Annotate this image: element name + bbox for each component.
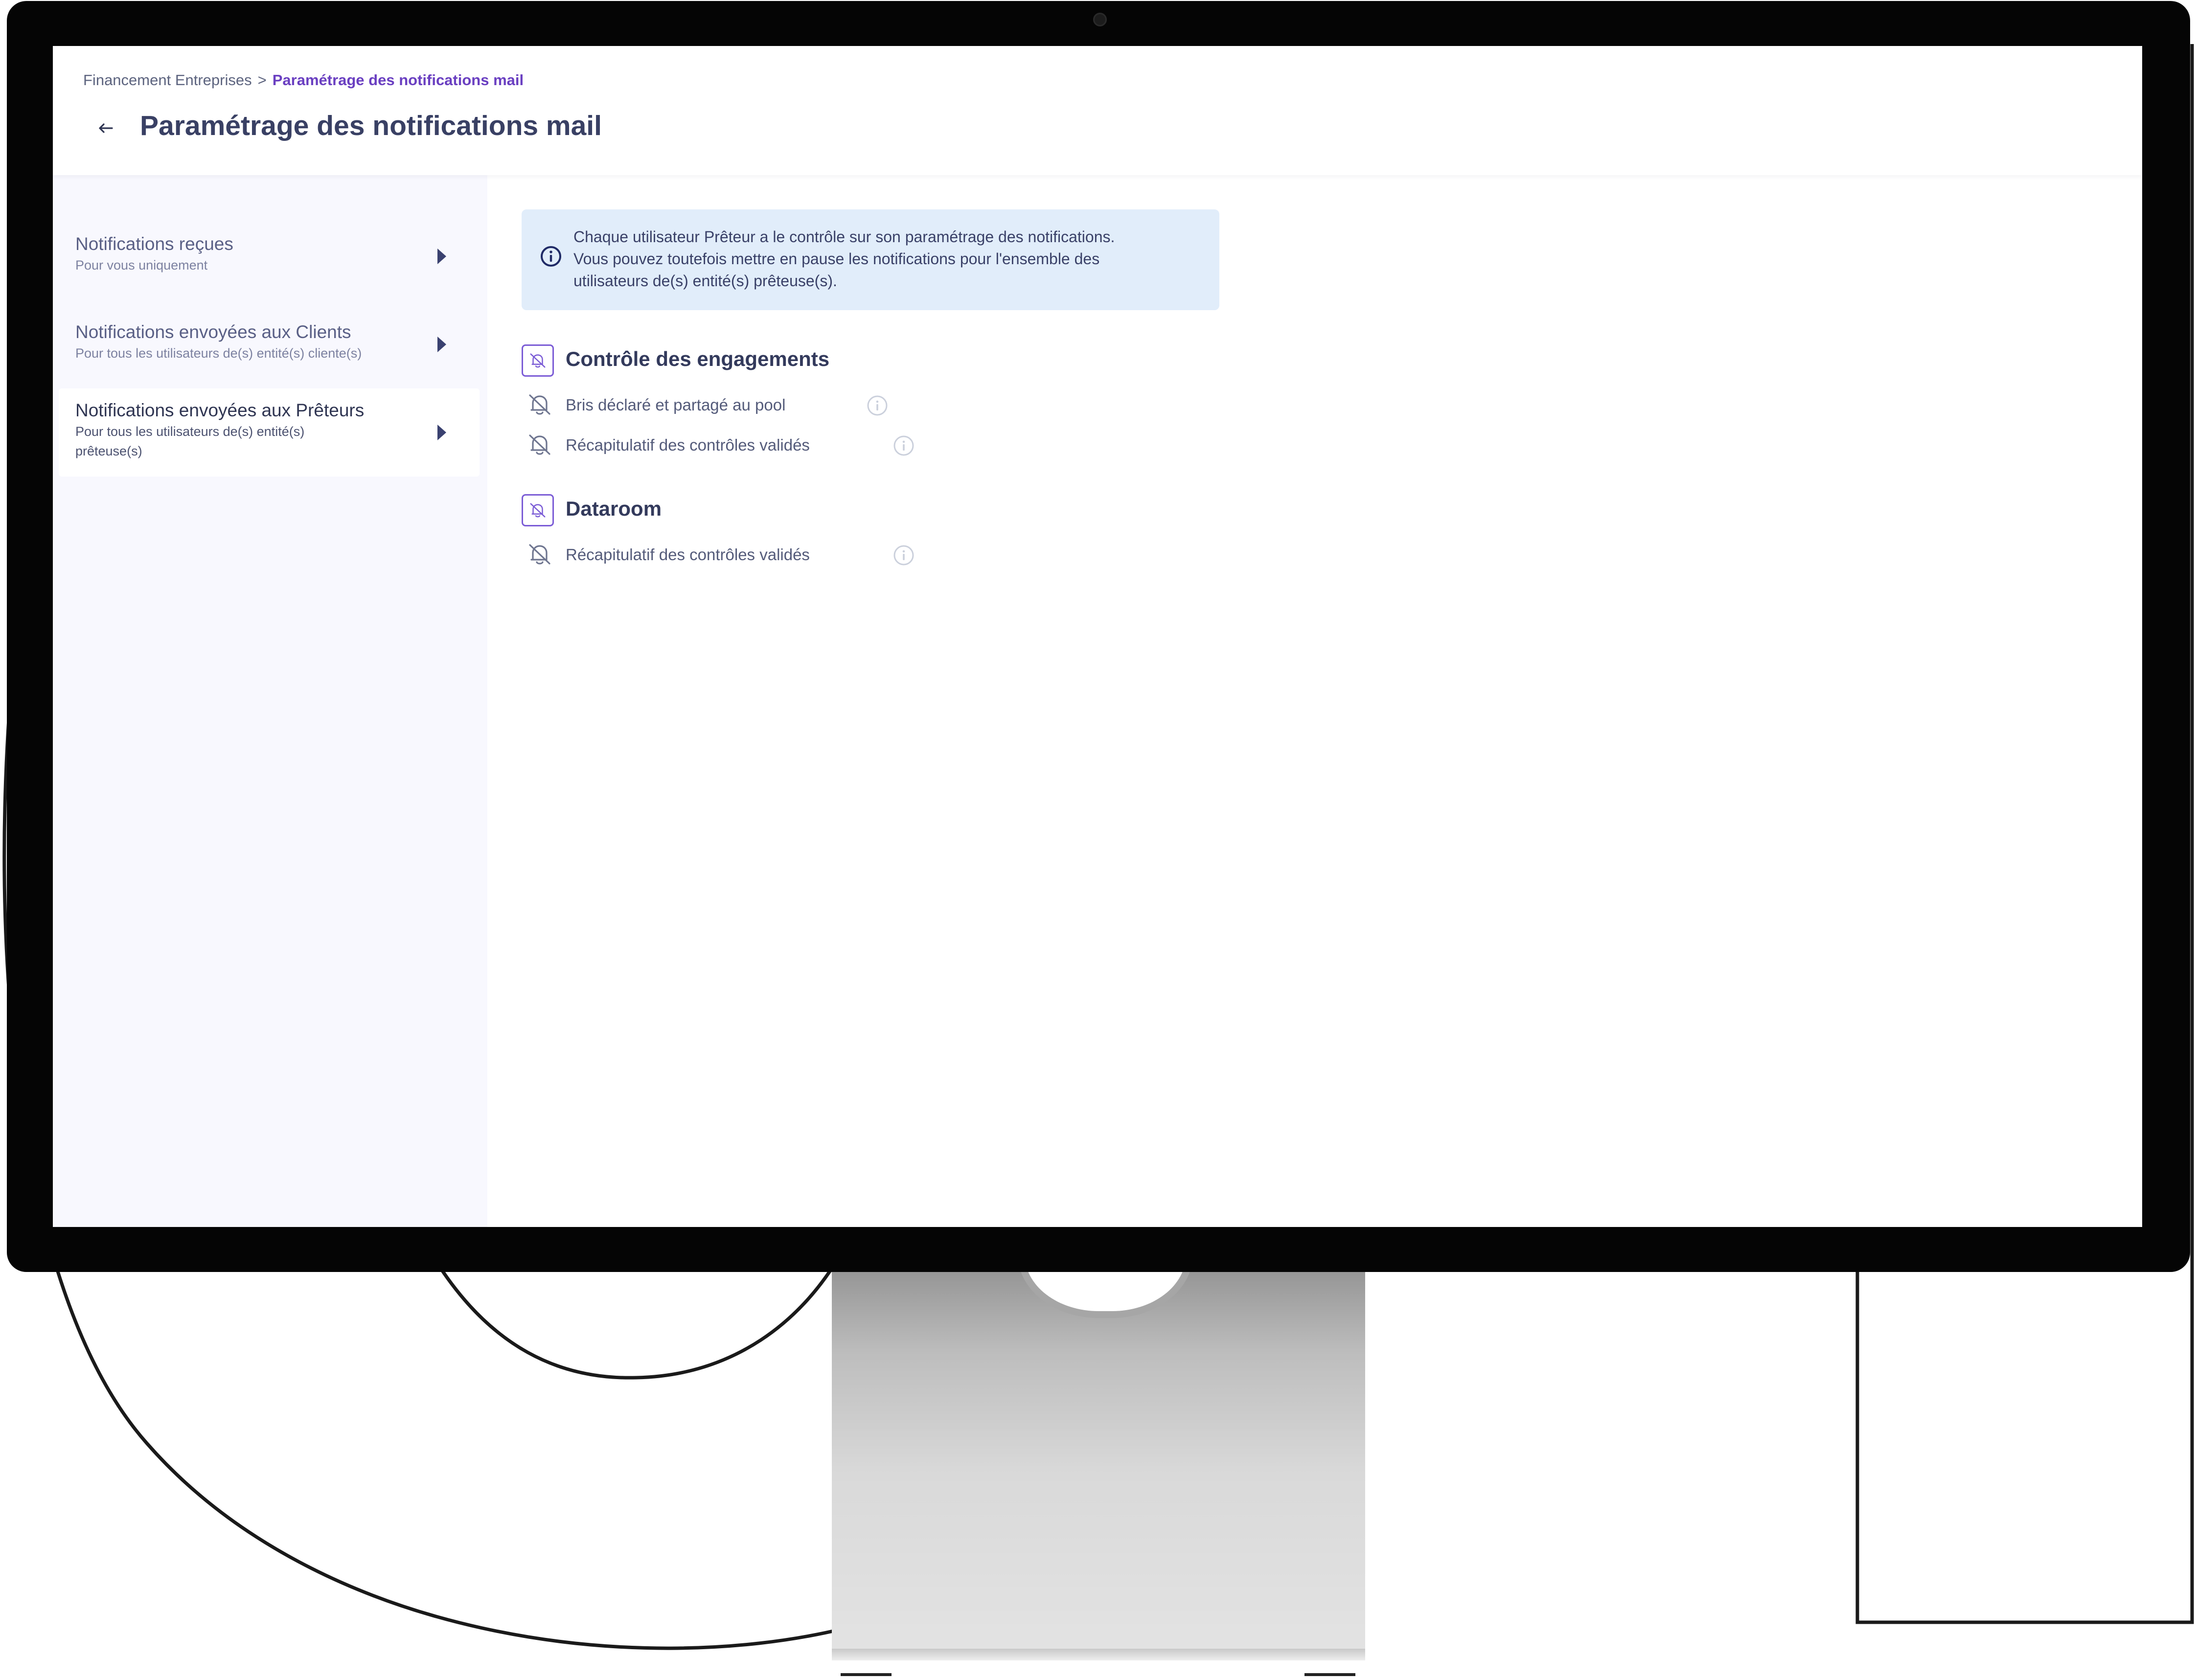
bell-off-icon[interactable] xyxy=(526,541,553,568)
stand-foot xyxy=(832,1649,1365,1660)
page-title: Paramétrage des notifications mail xyxy=(140,110,602,141)
back-button[interactable] xyxy=(92,114,119,142)
section-title: Contrôle des engagements xyxy=(566,347,830,370)
section-title: Dataroom xyxy=(566,497,662,520)
sidebar-item-notifications-recues[interactable]: Notifications reçues Pour vous uniquemen… xyxy=(59,224,480,291)
info-line: Vous pouvez toutefois mettre en pause le… xyxy=(573,250,1100,268)
info-line: Chaque utilisateur Prêteur a le contrôle… xyxy=(573,228,1115,246)
sidebar: Notifications reçues Pour vous uniquemen… xyxy=(53,175,487,1227)
info-tooltip-icon[interactable] xyxy=(892,434,915,457)
bell-off-icon[interactable] xyxy=(526,431,553,458)
bell-off-icon xyxy=(530,353,546,368)
arrow-left-icon xyxy=(99,123,113,133)
sidebar-item-title: Notifications envoyées aux Prêteurs xyxy=(75,400,365,420)
info-line: utilisateurs de(s) entité(s) prêteuse(s)… xyxy=(573,272,837,290)
main-content: Chaque utilisateur Prêteur a le contrôle… xyxy=(487,175,2142,1227)
section-toggle-button[interactable] xyxy=(522,344,554,377)
notification-row-label: Récapitulatif des contrôles validés xyxy=(566,436,810,454)
caret-right-icon xyxy=(437,337,446,352)
info-tooltip-icon[interactable] xyxy=(892,544,915,567)
app-screen: Financement Entreprises > Paramétrage de… xyxy=(53,46,2142,1227)
bell-off-icon xyxy=(530,503,546,518)
info-text: Chaque utilisateur Prêteur a le contrôle… xyxy=(573,226,1205,292)
info-circle-icon xyxy=(541,246,561,267)
sidebar-item-subtitle: Pour tous les utilisateurs de(s) entité(… xyxy=(75,346,362,361)
notification-row-label: Bris déclaré et partagé au pool xyxy=(566,396,786,414)
section-toggle-button[interactable] xyxy=(522,494,554,526)
breadcrumb-separator: > xyxy=(257,71,267,89)
caret-right-icon xyxy=(437,425,446,440)
sidebar-item-notifications-preteurs[interactable]: Notifications envoyées aux Prêteurs Pour… xyxy=(59,388,480,477)
sidebar-item-title: Notifications envoyées aux Clients xyxy=(75,322,351,342)
page-header: Financement Entreprises > Paramétrage de… xyxy=(53,46,2142,175)
stand-base-right xyxy=(1304,1673,1355,1676)
breadcrumb: Financement Entreprises > Paramétrage de… xyxy=(83,71,524,89)
info-banner: Chaque utilisateur Prêteur a le contrôle… xyxy=(522,209,1219,310)
stand-base-left xyxy=(841,1673,892,1676)
breadcrumb-current: Paramétrage des notifications mail xyxy=(272,71,524,89)
caret-right-icon xyxy=(437,249,446,264)
sidebar-item-title: Notifications reçues xyxy=(75,234,233,254)
info-tooltip-icon[interactable] xyxy=(866,394,889,417)
sidebar-item-subtitle: Pour tous les utilisateurs de(s) entité(… xyxy=(75,424,305,458)
bell-off-icon[interactable] xyxy=(526,391,553,418)
breadcrumb-parent-link[interactable]: Financement Entreprises xyxy=(83,71,252,89)
notification-row-label: Récapitulatif des contrôles validés xyxy=(566,545,810,564)
camera-dot xyxy=(1093,13,1107,26)
sidebar-item-subtitle: Pour vous uniquement xyxy=(75,258,208,272)
sidebar-item-notifications-clients[interactable]: Notifications envoyées aux Clients Pour … xyxy=(59,312,480,379)
